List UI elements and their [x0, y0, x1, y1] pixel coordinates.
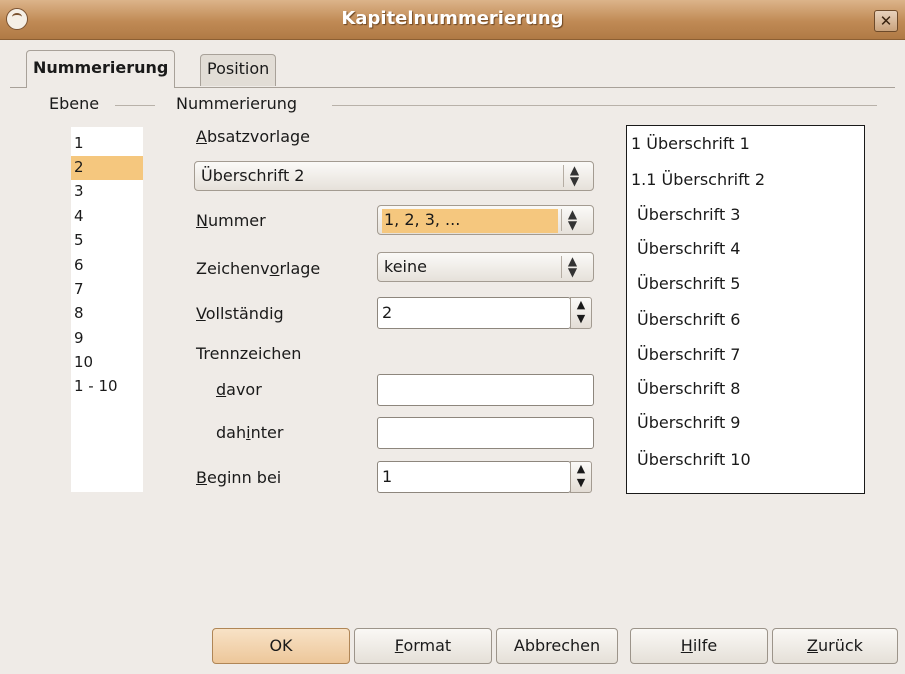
preview-line-1: 1 Überschrift 1 — [631, 134, 750, 153]
complete-value: 2 — [382, 303, 393, 322]
level-item-7[interactable]: 7 — [71, 278, 143, 302]
start-at-value: 1 — [382, 467, 393, 486]
preview-line-8: Überschrift 8 — [637, 379, 741, 398]
preview-line-7: Überschrift 7 — [637, 345, 741, 364]
numbering-group-label: Nummerierung — [176, 94, 298, 113]
level-item-1[interactable]: 1 — [71, 132, 143, 156]
preview-line-9: Überschrift 9 — [637, 413, 741, 432]
level-item-2[interactable]: 2 — [71, 156, 143, 180]
tab-nummerierung[interactable]: Nummerierung — [26, 50, 176, 88]
help-button[interactable]: Hilfe — [630, 628, 768, 664]
preview-line-10: Überschrift 10 — [637, 450, 751, 469]
separator-label: Trennzeichen — [196, 344, 302, 363]
start-at-spin-buttons[interactable]: ▲ ▼ — [570, 461, 592, 493]
start-at-label: Beginn bei — [196, 468, 282, 487]
char-style-select[interactable]: keine ▲ ▼ — [377, 252, 594, 282]
after-input[interactable] — [377, 417, 594, 449]
preview-line-2: 1.1 Überschrift 2 — [631, 170, 766, 189]
preview-line-4: Überschrift 4 — [637, 239, 741, 258]
char-style-value: keine — [384, 257, 427, 276]
char-style-label: Zeichenvorlage — [196, 259, 321, 278]
title-bar: Kapitelnummerierung ✕ — [0, 0, 905, 40]
level-item-5[interactable]: 5 — [71, 229, 143, 253]
level-list[interactable]: 1 2 3 4 5 6 7 8 9 10 1 - 10 — [71, 127, 143, 492]
level-item-4[interactable]: 4 — [71, 205, 143, 229]
ok-button[interactable]: OK — [212, 628, 350, 664]
level-group-line — [115, 105, 155, 106]
level-item-10[interactable]: 10 — [71, 351, 143, 375]
complete-label: Vollständig — [196, 304, 284, 323]
level-item-1-10[interactable]: 1 - 10 — [71, 375, 143, 399]
number-value: 1, 2, 3, ... — [384, 210, 461, 229]
level-item-8[interactable]: 8 — [71, 302, 143, 326]
number-label: Nummer — [196, 211, 266, 230]
complete-spin-buttons[interactable]: ▲ ▼ — [570, 297, 592, 329]
paragraph-style-label: Absatzvorlage — [196, 127, 311, 146]
window-title: Kapitelnummerierung — [341, 8, 564, 29]
numbering-group-line — [332, 105, 877, 106]
level-item-6[interactable]: 6 — [71, 254, 143, 278]
cancel-button[interactable]: Abbrechen — [496, 628, 618, 664]
paragraph-style-value: Überschrift 2 — [201, 166, 305, 185]
preview-line-5: Überschrift 5 — [637, 274, 741, 293]
preview-line-6: Überschrift 6 — [637, 310, 741, 329]
start-at-spinner[interactable]: 1 ▲ ▼ — [377, 461, 592, 493]
complete-spinner[interactable]: 2 ▲ ▼ — [377, 297, 592, 329]
before-label: davor — [216, 380, 262, 399]
back-button[interactable]: Zurück — [772, 628, 898, 664]
level-group-label: Ebene — [49, 94, 100, 113]
before-input[interactable] — [377, 374, 594, 406]
char-style-arrows-icon: ▲ ▼ — [561, 255, 583, 278]
select-arrows-icon: ▲ ▼ — [563, 164, 585, 187]
paragraph-style-select[interactable]: Überschrift 2 ▲ ▼ — [194, 161, 594, 191]
close-button[interactable]: ✕ — [874, 10, 898, 32]
numbering-preview: 1 Überschrift 1 1.1 Überschrift 2 Übersc… — [626, 125, 865, 494]
tab-position[interactable]: Position — [200, 54, 277, 86]
preview-line-3: Überschrift 3 — [637, 205, 741, 224]
number-arrows-icon: ▲ ▼ — [561, 208, 583, 231]
after-label: dahinter — [216, 423, 284, 442]
level-item-9[interactable]: 9 — [71, 327, 143, 351]
level-item-3[interactable]: 3 — [71, 180, 143, 204]
format-button[interactable]: Format — [354, 628, 492, 664]
